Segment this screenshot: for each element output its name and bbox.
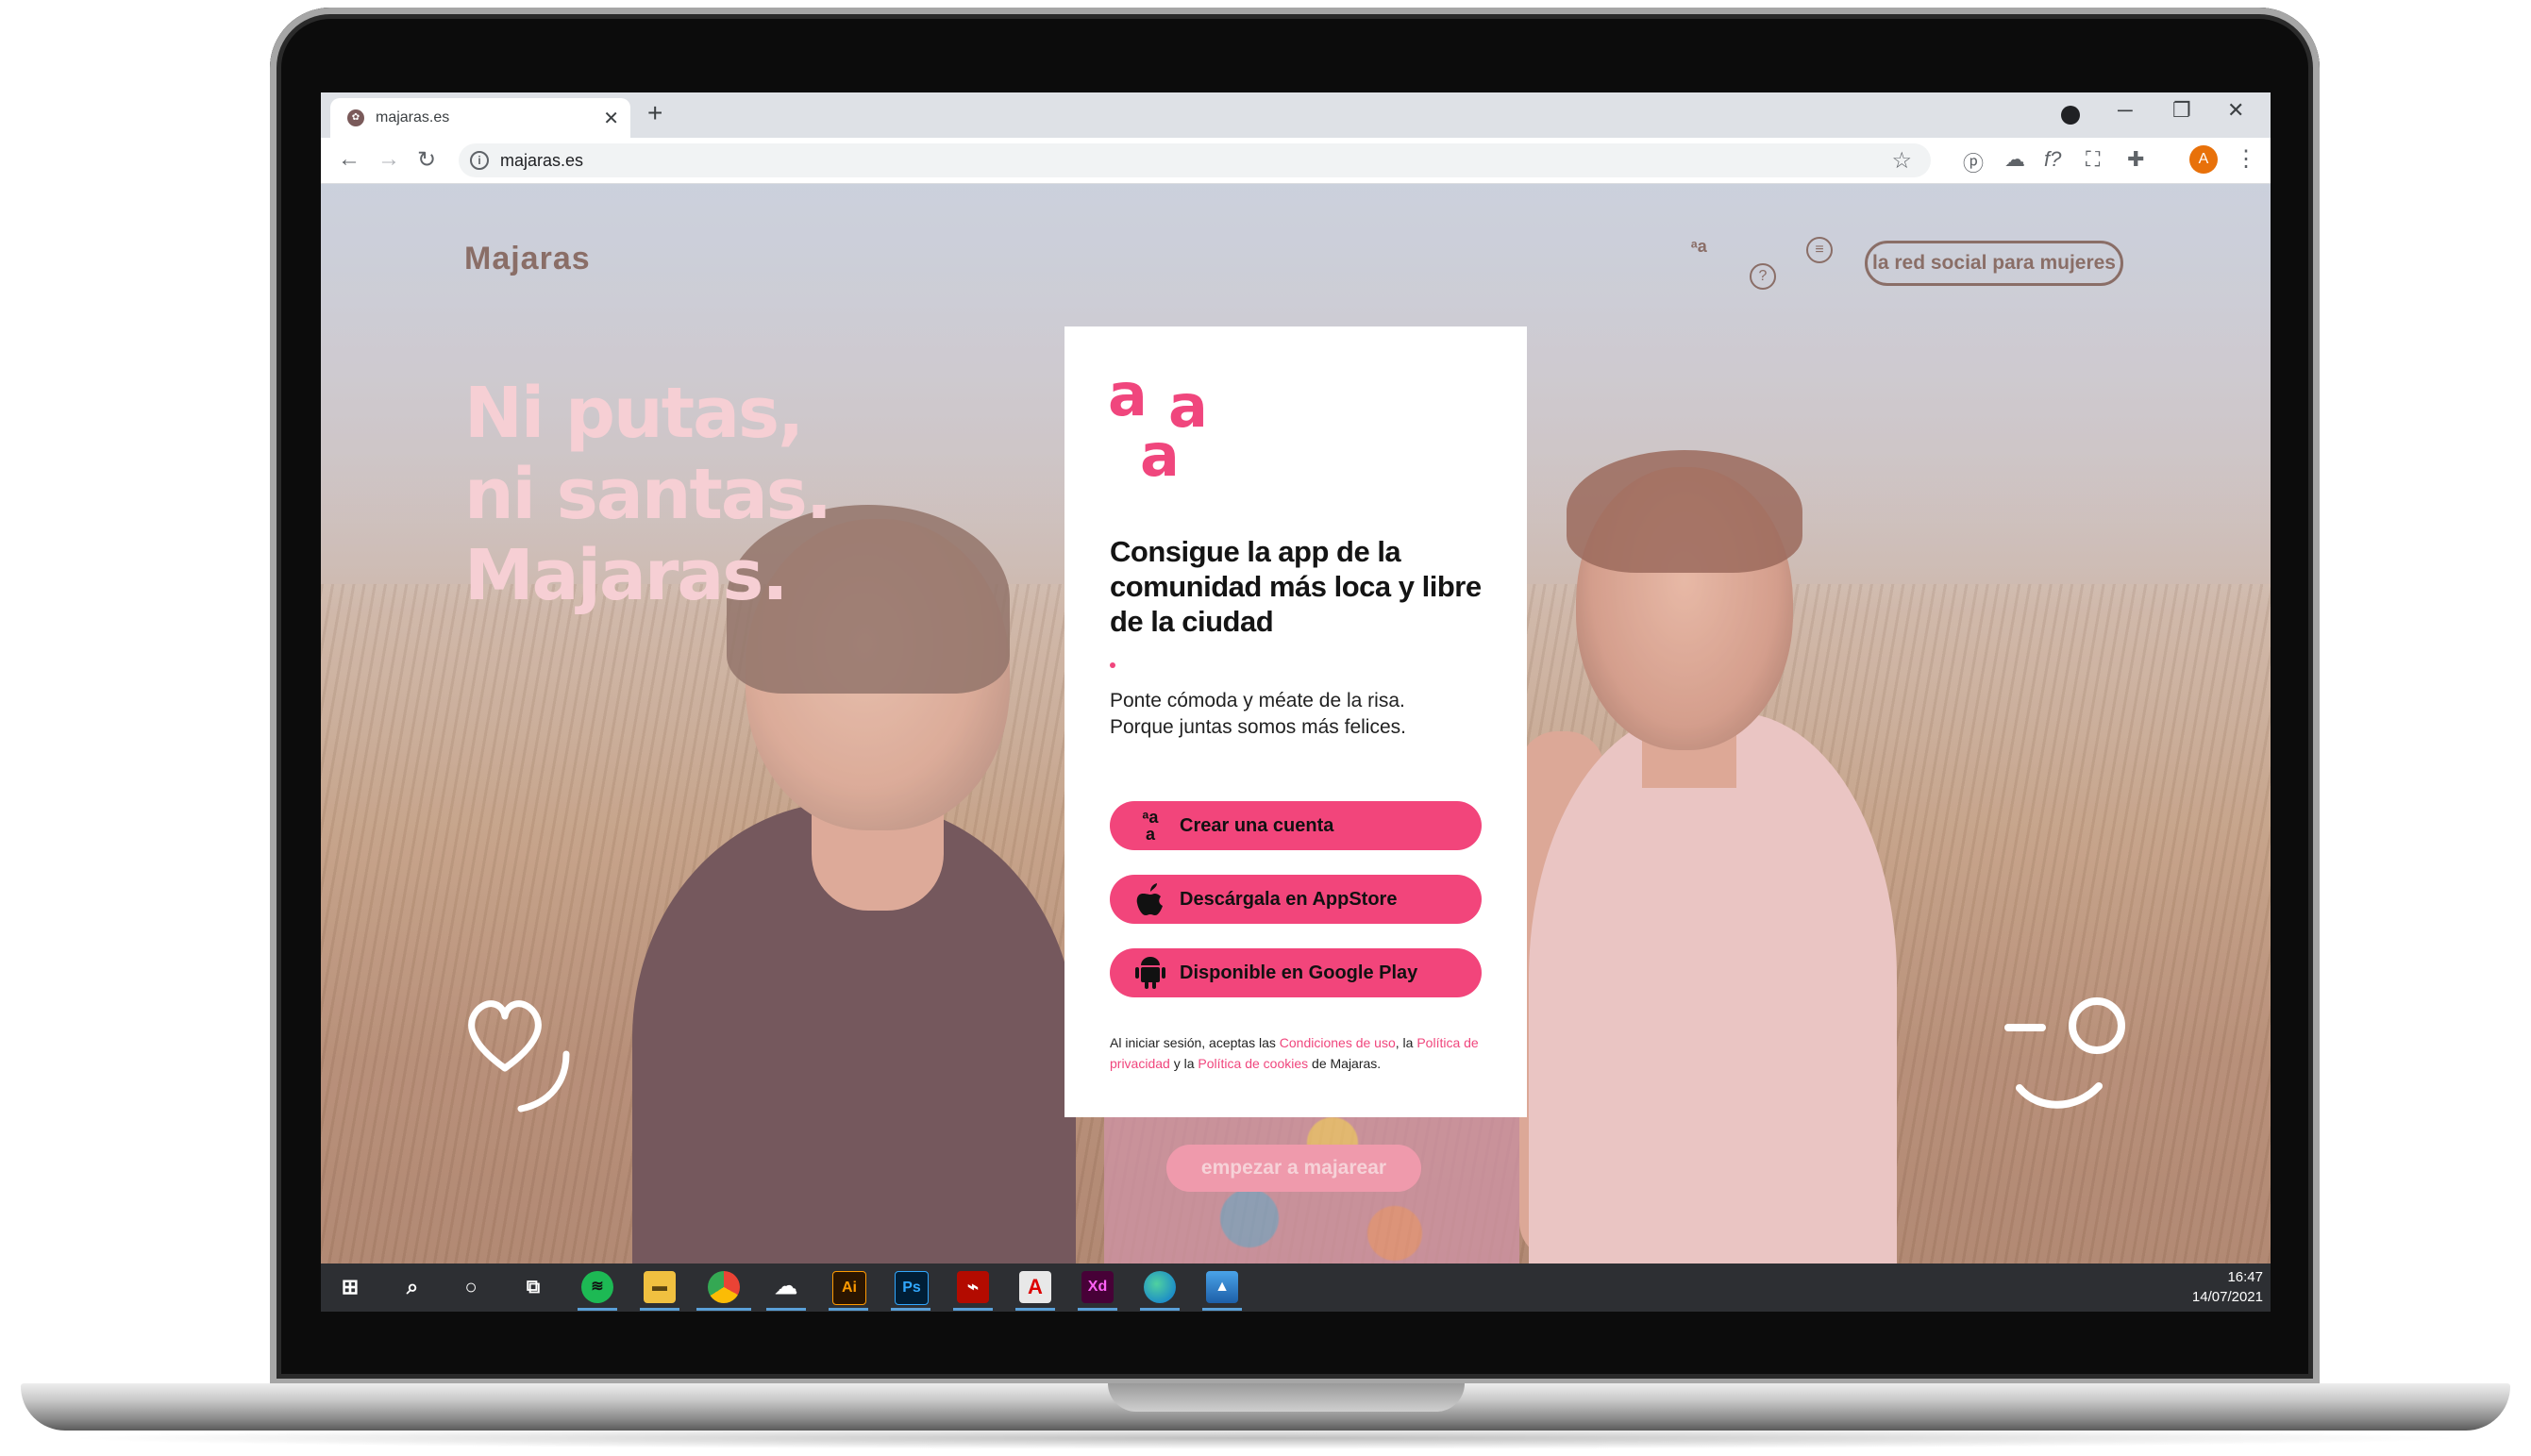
forward-icon[interactable]: → — [377, 146, 400, 173]
card-logo-letter-3: a — [1140, 421, 1180, 490]
browser-profile-icon[interactable] — [2061, 106, 2080, 125]
font-extension-icon[interactable]: f? — [2044, 147, 2061, 172]
legal-notice: Al iniciar sesión, aceptas las Condicion… — [1110, 1032, 1506, 1074]
spotify-icon[interactable]: ≋ — [581, 1271, 613, 1303]
spotify-active-bar — [578, 1308, 617, 1311]
tab-title: majaras.es — [376, 109, 450, 126]
chrome-active-bar — [696, 1308, 751, 1311]
pinterest-extension-icon[interactable]: ⓟ — [1963, 147, 1984, 177]
laptop-notch — [1108, 1383, 1465, 1412]
taskbar-clock[interactable]: 16:47 14/07/2021 — [2192, 1267, 2263, 1307]
xd-icon[interactable]: Xd — [1081, 1271, 1114, 1303]
laptop-screen: ✿ majaras.es ✕ + ─ ❐ ✕ ← → ↻ i majaras.e… — [321, 92, 2271, 1312]
card-subtitle: Ponte cómoda y méate de la risa. Porque … — [1110, 688, 1497, 741]
file-explorer-icon[interactable]: ▬ — [644, 1271, 676, 1303]
back-icon[interactable]: ← — [338, 146, 360, 173]
photos-active-bar — [1202, 1308, 1242, 1311]
googleplay-label: Disponible en Google Play — [1180, 962, 1418, 983]
favicon-icon: ✿ — [347, 109, 364, 126]
edge-icon[interactable] — [1144, 1271, 1176, 1303]
legal-sep-1: , la — [1395, 1035, 1414, 1050]
card-subtitle-line-2: Porque juntas somos más felices. — [1110, 716, 1406, 738]
windows-taskbar: ⊞ ⌕ ○ ⧉ ≋ ▬ ☁ Ai Ps ⌁ A Xd ▲ 16:47 14/07… — [321, 1264, 2271, 1312]
windows-start-icon[interactable]: ⊞ — [334, 1271, 366, 1303]
headline-line-1: Ni putas, — [464, 373, 804, 454]
site-logo[interactable]: Majaras — [464, 241, 591, 277]
illustrator-active-bar — [829, 1308, 868, 1311]
browser-tab[interactable]: ✿ majaras.es ✕ — [330, 98, 630, 138]
clock-date: 14/07/2021 — [2191, 1289, 2263, 1305]
extensions-puzzle-icon[interactable]: ✚ — [2127, 147, 2144, 172]
create-account-button[interactable]: ᵃa a Crear una cuenta — [1110, 801, 1482, 850]
card-logo-letter-1: a — [1108, 360, 1148, 429]
browser-toolbar: ← → ↻ i majaras.es ☆ ⓟ ☁ f? ⛶ ✚ A ⋮ — [321, 138, 2271, 184]
clock-time: 16:47 — [2227, 1269, 2263, 1285]
chrome-icon[interactable] — [708, 1271, 740, 1303]
terms-link[interactable]: Condiciones de uso — [1280, 1035, 1396, 1050]
explorer-active-bar — [640, 1308, 679, 1311]
restore-icon[interactable]: ❐ — [2172, 98, 2191, 123]
edge-active-bar — [1140, 1308, 1180, 1311]
accent-dot — [1110, 662, 1115, 668]
address-bar[interactable]: i majaras.es ☆ — [459, 143, 1931, 177]
start-button[interactable]: empezar a majarear — [1166, 1145, 1421, 1192]
close-tab-icon[interactable]: ✕ — [603, 107, 619, 130]
letters-icon: ᵃa a — [1142, 808, 1159, 844]
wink-face-icon — [2004, 997, 2125, 1109]
cortana-icon[interactable]: ○ — [455, 1271, 487, 1303]
appstore-button[interactable]: Descárgala en AppStore — [1110, 875, 1482, 924]
reload-icon[interactable]: ↻ — [417, 146, 436, 174]
site-info-icon[interactable]: i — [470, 151, 489, 170]
task-view-icon[interactable]: ⧉ — [517, 1271, 549, 1303]
photoshop-active-bar — [891, 1308, 930, 1311]
googleplay-button[interactable]: Disponible en Google Play — [1110, 948, 1482, 997]
legal-sep-2: y la — [1173, 1056, 1195, 1071]
chat-icon[interactable]: ≡ — [1806, 237, 1833, 263]
letters-icon[interactable]: ᵃa — [1691, 237, 1707, 257]
card-subtitle-line-1: Ponte cómoda y méate de la risa. — [1110, 690, 1405, 711]
apple-icon — [1134, 875, 1166, 924]
headline-line-2: ni santas. — [464, 454, 832, 535]
cloud-active-bar — [766, 1308, 806, 1311]
legal-suffix: de Majaras. — [1312, 1056, 1382, 1071]
webpage: Majaras ᵃa ? ≡ la red social para mujere… — [321, 184, 2271, 1264]
social-network-pill[interactable]: la red social para mujeres — [1865, 241, 2123, 286]
heart-icon — [468, 1000, 570, 1113]
appstore-label: Descárgala en AppStore — [1180, 889, 1398, 910]
headline-line-3: Majaras. — [464, 535, 788, 616]
hero-headline: Ni putas, ni santas. Majaras. — [464, 373, 832, 616]
cloud-extension-icon[interactable]: ☁ — [2004, 147, 2025, 172]
card-heading: Consigue la app de la comunidad más loca… — [1110, 535, 1482, 638]
android-icon — [1134, 948, 1166, 997]
create-account-label: Crear una cuenta — [1180, 815, 1334, 836]
app-download-card: a a a Consigue la app de la comunidad má… — [1064, 326, 1527, 1117]
minimize-icon[interactable]: ─ — [2118, 98, 2133, 123]
photos-icon[interactable]: ▲ — [1206, 1271, 1238, 1303]
bookmark-star-icon[interactable]: ☆ — [1891, 147, 1912, 175]
browser-menu-icon[interactable]: ⋮ — [2235, 145, 2257, 173]
illustrator-icon[interactable]: Ai — [832, 1271, 866, 1305]
browser-tab-bar: ✿ majaras.es ✕ + ─ ❐ ✕ — [321, 92, 2271, 138]
cookies-link[interactable]: Política de cookies — [1198, 1056, 1308, 1071]
screenshot-extension-icon[interactable]: ⛶ — [2086, 147, 2100, 172]
reader-active-bar — [1015, 1308, 1055, 1311]
reader-icon[interactable]: A — [1019, 1271, 1051, 1303]
new-tab-icon[interactable]: + — [647, 98, 662, 128]
xd-active-bar — [1078, 1308, 1117, 1311]
profile-avatar[interactable]: A — [2189, 145, 2218, 174]
close-window-icon[interactable]: ✕ — [2227, 98, 2244, 123]
cloud-app-icon[interactable]: ☁ — [770, 1271, 802, 1303]
address-url[interactable]: majaras.es — [500, 151, 583, 171]
acrobat-icon[interactable]: ⌁ — [957, 1271, 989, 1303]
legal-prefix: Al iniciar sesión, aceptas las — [1110, 1035, 1276, 1050]
photoshop-icon[interactable]: Ps — [895, 1271, 929, 1305]
acrobat-active-bar — [953, 1308, 993, 1311]
search-icon[interactable]: ⌕ — [396, 1271, 428, 1303]
help-icon[interactable]: ? — [1750, 263, 1776, 290]
